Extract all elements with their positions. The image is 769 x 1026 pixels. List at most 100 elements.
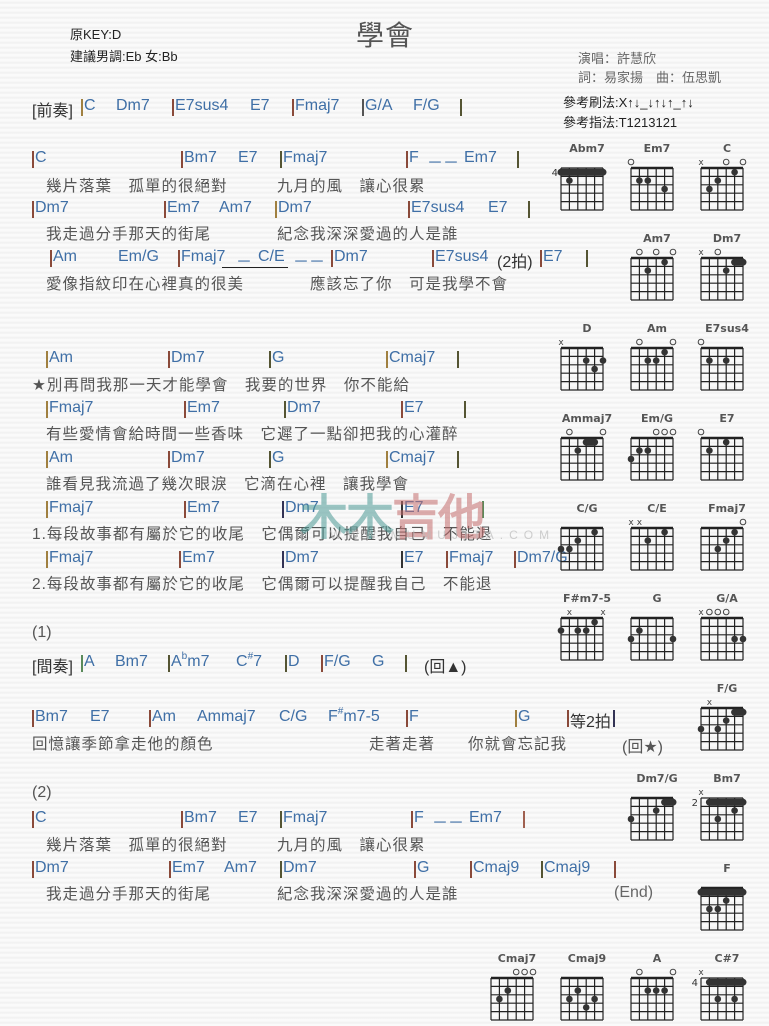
finger-dot — [714, 725, 722, 733]
bar-line — [32, 861, 34, 878]
chord: F/G — [324, 653, 351, 670]
bar-line — [515, 710, 517, 727]
finger-dot — [706, 185, 713, 193]
barre-mark — [557, 168, 607, 176]
chord: G — [272, 349, 285, 366]
fretboard-grid: xx — [557, 608, 606, 661]
chord-diagram-name: G/A — [716, 592, 738, 605]
chord: Am — [152, 708, 176, 725]
fretboard-grid: x4 — [692, 968, 747, 1021]
fretboard-grid — [627, 616, 677, 661]
bar-line — [282, 551, 284, 568]
chord: G — [417, 859, 430, 876]
bar-line — [32, 710, 34, 727]
lyric-line: 愛像指紋印在心裡真的很美 應該忘了你 可是我學不會 — [46, 276, 509, 293]
bar-line — [181, 151, 183, 168]
barre-mark — [705, 798, 747, 806]
muted-string-marker: x — [637, 518, 643, 528]
bar-line — [401, 551, 403, 568]
fretboard-grid — [700, 518, 747, 571]
original-key: 原KEY:D — [70, 27, 122, 42]
fretboard-grid: xx — [628, 518, 674, 571]
finger-dot — [627, 635, 635, 643]
fret-number: 4 — [552, 168, 558, 179]
chord: E7 — [250, 97, 270, 114]
finger-dot — [636, 627, 643, 634]
finger-dot — [582, 627, 590, 634]
finger-dot — [582, 357, 590, 364]
bar-line — [280, 861, 282, 878]
bar-line — [46, 451, 48, 468]
muted-string-marker: x — [600, 608, 606, 618]
finger-dot — [644, 177, 652, 184]
chord: Am — [49, 349, 73, 366]
open-string-marker — [636, 248, 643, 256]
finger-dot — [661, 528, 668, 536]
singer: 演唱：許慧欣 — [578, 51, 657, 66]
finger-dot — [739, 635, 747, 643]
bar-line — [540, 250, 542, 267]
chord: Em7 — [187, 499, 220, 516]
fretboard-grid — [627, 796, 677, 841]
chord-diagram-name: Dm7 — [712, 232, 742, 245]
bar-line — [517, 151, 519, 168]
chord: Dm7 — [334, 248, 368, 265]
chord-diagram-name: C/E — [647, 502, 667, 515]
chord: Bm7 — [35, 708, 68, 725]
open-string-marker — [521, 968, 528, 976]
barre-mark — [582, 438, 599, 446]
chord-diagram-name: A — [652, 952, 662, 965]
chord: Dm7 — [35, 199, 69, 216]
finger-dot — [731, 995, 738, 1003]
open-string-marker — [722, 608, 730, 616]
finger-dot — [714, 545, 722, 553]
lyric-line: 回憶讓季節拿走他的顏色 — [32, 736, 214, 753]
chord: E7 — [90, 708, 110, 725]
two-beats-note: (2拍) — [497, 254, 533, 271]
bar-line — [280, 151, 282, 168]
bar-line — [164, 201, 166, 218]
finger-dot — [644, 537, 652, 544]
barre-mark — [697, 888, 747, 896]
finger-dot — [722, 438, 730, 446]
chord: C — [35, 149, 47, 166]
chord: Fmaj7 — [181, 248, 226, 265]
chord: E7 — [404, 549, 424, 566]
chord: Dm7 — [287, 399, 321, 416]
chord: Am — [53, 248, 77, 265]
interlude-label: [間奏] — [32, 659, 73, 676]
chord: Cmaj7 — [389, 449, 436, 466]
chord: Dm7 — [116, 97, 150, 114]
muted-string-marker: x — [698, 248, 704, 258]
open-string-marker — [652, 428, 660, 436]
chord-abm7: Abm7 — [171, 651, 210, 670]
chord: F — [409, 149, 419, 166]
chord: Fmaj7 — [49, 549, 94, 566]
chord: C/G — [279, 708, 308, 725]
fretboard-grid: x — [558, 338, 607, 391]
bar-line — [32, 811, 34, 828]
finger-dot — [644, 357, 652, 364]
muted-string-marker: x — [628, 518, 634, 528]
chord: G/A — [365, 97, 393, 114]
finger-dot — [574, 987, 582, 994]
chord: E7sus4 — [411, 199, 465, 216]
chord: Dm7 — [35, 859, 69, 876]
chord-diagram-name: Em7 — [643, 142, 671, 155]
bar-line — [411, 811, 413, 828]
open-string-marker — [669, 248, 677, 256]
chord-diagram-name: F#m7-5 — [562, 592, 612, 605]
finger-dot — [714, 815, 722, 823]
fretboard-grid: x — [698, 248, 747, 301]
chord-diagram-name: F — [723, 862, 731, 875]
chord-diagram-name: Am — [647, 322, 667, 335]
open-string-marker — [722, 158, 730, 166]
fretboard-grid — [627, 158, 674, 211]
finger-dot — [722, 897, 730, 904]
lyric-line: 2.每段故事都有屬於它的收尾 它偶爾可以提醒我自己 不能退 — [32, 576, 493, 593]
chord: Am — [49, 449, 73, 466]
bar-line — [285, 655, 287, 672]
finger-dot — [627, 815, 635, 823]
bar-line — [614, 861, 616, 878]
bar-line — [168, 351, 170, 368]
